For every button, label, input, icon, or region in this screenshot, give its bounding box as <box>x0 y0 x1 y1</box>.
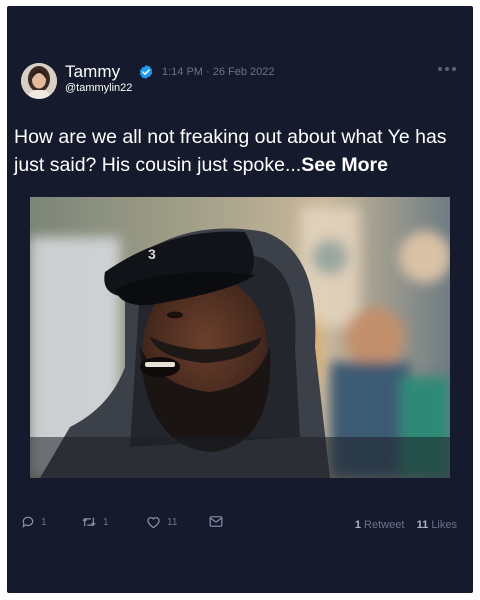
dot <box>452 67 456 71</box>
share-button[interactable] <box>209 515 223 528</box>
likes-value: 11 <box>416 519 429 531</box>
verified-badge-icon <box>139 65 153 79</box>
engagement-stats: 1 Retweet 11 Likes <box>355 519 457 531</box>
more-options-icon[interactable] <box>438 67 456 71</box>
tweet-card: Tammy 1:14 PM · 26 Feb 2022 @tammylin22 … <box>7 6 473 593</box>
retweet-button[interactable]: 1 <box>81 515 109 529</box>
dot <box>438 67 442 71</box>
media-photo: 3 <box>30 197 450 478</box>
retweet-icon <box>82 517 96 527</box>
share-icon <box>209 516 223 527</box>
see-more-link[interactable]: See More <box>301 154 388 176</box>
retweets-label[interactable]: Retweet <box>364 519 404 531</box>
like-icon <box>147 517 160 529</box>
like-count: 11 <box>167 516 178 528</box>
retweet-count: 1 <box>103 516 109 528</box>
svg-text:3: 3 <box>148 246 156 262</box>
avatar-photo <box>21 63 57 99</box>
tweet-text: How are we all not freaking out about wh… <box>14 123 466 179</box>
tweet-actions-bar: 1 1 11 1 Retweet 11 Likes <box>7 515 473 539</box>
dot <box>445 67 449 71</box>
author-handle[interactable]: @tammylin22 <box>65 82 132 94</box>
author-name[interactable]: Tammy <box>65 62 120 82</box>
avatar[interactable] <box>21 63 57 99</box>
retweets-value: 1 <box>354 519 361 531</box>
like-button[interactable]: 11 <box>146 515 177 529</box>
tweet-timestamp[interactable]: 1:14 PM · 26 Feb 2022 <box>162 66 275 78</box>
reply-count: 1 <box>41 516 47 528</box>
likes-label[interactable]: Likes <box>431 519 457 531</box>
reply-button[interactable]: 1 <box>21 515 47 529</box>
reply-icon <box>22 516 34 529</box>
tweet-media-image[interactable]: 3 <box>30 197 450 478</box>
